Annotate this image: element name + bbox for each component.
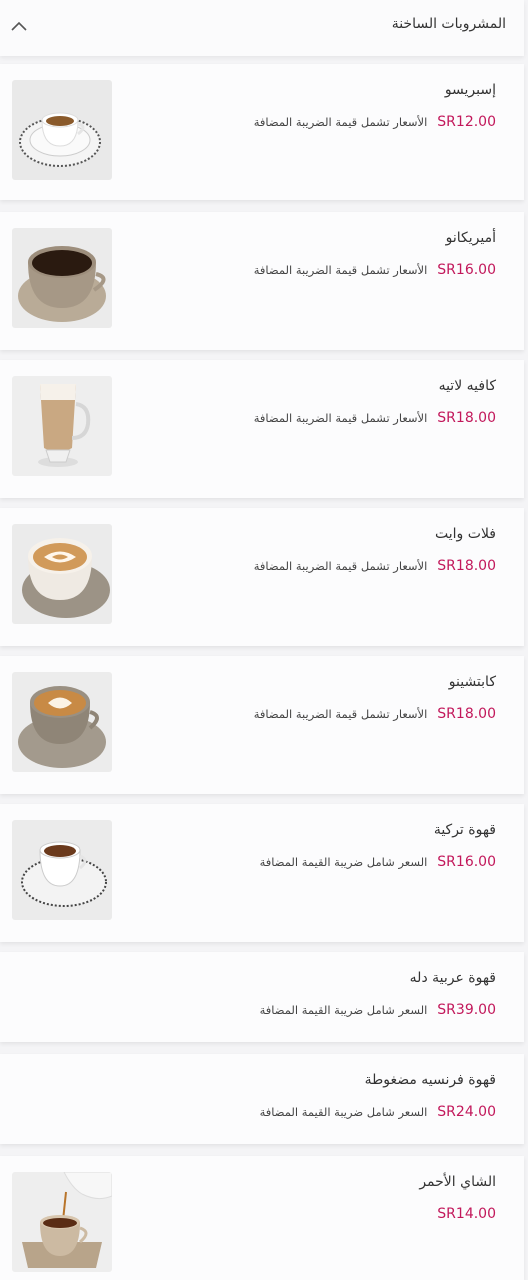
- item-name: قهوة تركية: [433, 822, 496, 838]
- item-name: الشاي الأحمر: [419, 1174, 496, 1190]
- price-row: SR18.00 الأسعار تشمل قيمة الضريبة المضاف…: [254, 558, 496, 574]
- price-row: SR18.00 الأسعار تشمل قيمة الضريبة المضاف…: [254, 706, 496, 722]
- tax-note: الأسعار تشمل قيمة الضريبة المضافة: [253, 411, 428, 425]
- item-name: كافيه لاتيه: [438, 378, 496, 394]
- menu-item-card[interactable]: قهوة فرنسيه مضغوطة SR24.00 السعر شامل ضر…: [0, 1054, 524, 1144]
- menu-item-card[interactable]: كافيه لاتيه SR18.00 الأسعار تشمل قيمة ال…: [0, 360, 524, 498]
- menu-item-card[interactable]: فلات وايت SR18.00 الأسعار تشمل قيمة الضر…: [0, 508, 524, 646]
- price-row: SR24.00 السعر شامل ضريبة القيمة المضافة: [260, 1104, 496, 1120]
- section-header-hot-drinks[interactable]: المشروبات الساخنة: [0, 0, 524, 56]
- item-price: SR16.00: [437, 262, 496, 278]
- tax-note: الأسعار تشمل قيمة الضريبة المضافة: [253, 115, 428, 129]
- menu-item-card[interactable]: قهوة عربية دله SR39.00 السعر شامل ضريبة …: [0, 952, 524, 1042]
- flat-white-cup-image[interactable]: [12, 524, 112, 624]
- turkish-coffee-cup-image[interactable]: [12, 820, 112, 920]
- item-name: إسبريسو: [444, 82, 496, 98]
- price-row: SR18.00 الأسعار تشمل قيمة الضريبة المضاف…: [254, 410, 496, 426]
- price-row: SR16.00 السعر شامل ضريبة القيمة المضافة: [260, 854, 496, 870]
- tax-note: السعر شامل ضريبة القيمة المضافة: [259, 855, 428, 869]
- menu-item-card[interactable]: قهوة تركية SR16.00 السعر شامل ضريبة القي…: [0, 804, 524, 942]
- tax-note: الأسعار تشمل قيمة الضريبة المضافة: [253, 707, 428, 721]
- price-row: SR39.00 السعر شامل ضريبة القيمة المضافة: [260, 1002, 496, 1018]
- item-price: SR14.00: [437, 1206, 496, 1222]
- tax-note: السعر شامل ضريبة القيمة المضافة: [259, 1003, 428, 1017]
- item-price: SR24.00: [437, 1104, 496, 1120]
- tax-note: الأسعار تشمل قيمة الضريبة المضافة: [253, 263, 428, 277]
- item-price: SR16.00: [437, 854, 496, 870]
- tax-note: السعر شامل ضريبة القيمة المضافة: [259, 1105, 428, 1119]
- menu-item-card[interactable]: الشاي الأحمر SR14.00: [0, 1156, 524, 1280]
- red-tea-cup-image[interactable]: [12, 1172, 112, 1272]
- menu-item-card[interactable]: كابتشينو SR18.00 الأسعار تشمل قيمة الضري…: [0, 656, 524, 794]
- item-name: أميريكانو: [445, 230, 496, 246]
- price-row: SR16.00 الأسعار تشمل قيمة الضريبة المضاف…: [254, 262, 496, 278]
- menu-item-card[interactable]: أميريكانو SR16.00 الأسعار تشمل قيمة الضر…: [0, 212, 524, 350]
- tax-note: الأسعار تشمل قيمة الضريبة المضافة: [253, 559, 428, 573]
- item-name: قهوة فرنسيه مضغوطة: [364, 1072, 496, 1088]
- item-name: كابتشينو: [448, 674, 496, 690]
- espresso-cup-image[interactable]: [12, 80, 112, 180]
- price-row: SR12.00 الأسعار تشمل قيمة الضريبة المضاف…: [254, 114, 496, 130]
- item-name: قهوة عربية دله: [409, 970, 496, 986]
- item-price: SR39.00: [437, 1002, 496, 1018]
- menu-item-card[interactable]: إسبريسو SR12.00 الأسعار تشمل قيمة الضريب…: [0, 64, 524, 200]
- item-name: فلات وايت: [435, 526, 496, 542]
- item-price: SR18.00: [437, 706, 496, 722]
- americano-cup-image[interactable]: [12, 228, 112, 328]
- price-row: SR14.00: [437, 1206, 496, 1222]
- item-price: SR18.00: [437, 558, 496, 574]
- chevron-up-icon[interactable]: [8, 16, 30, 38]
- cappuccino-cup-image[interactable]: [12, 672, 112, 772]
- section-title: المشروبات الساخنة: [391, 16, 506, 32]
- latte-glass-image[interactable]: [12, 376, 112, 476]
- item-price: SR18.00: [437, 410, 496, 426]
- item-price: SR12.00: [437, 114, 496, 130]
